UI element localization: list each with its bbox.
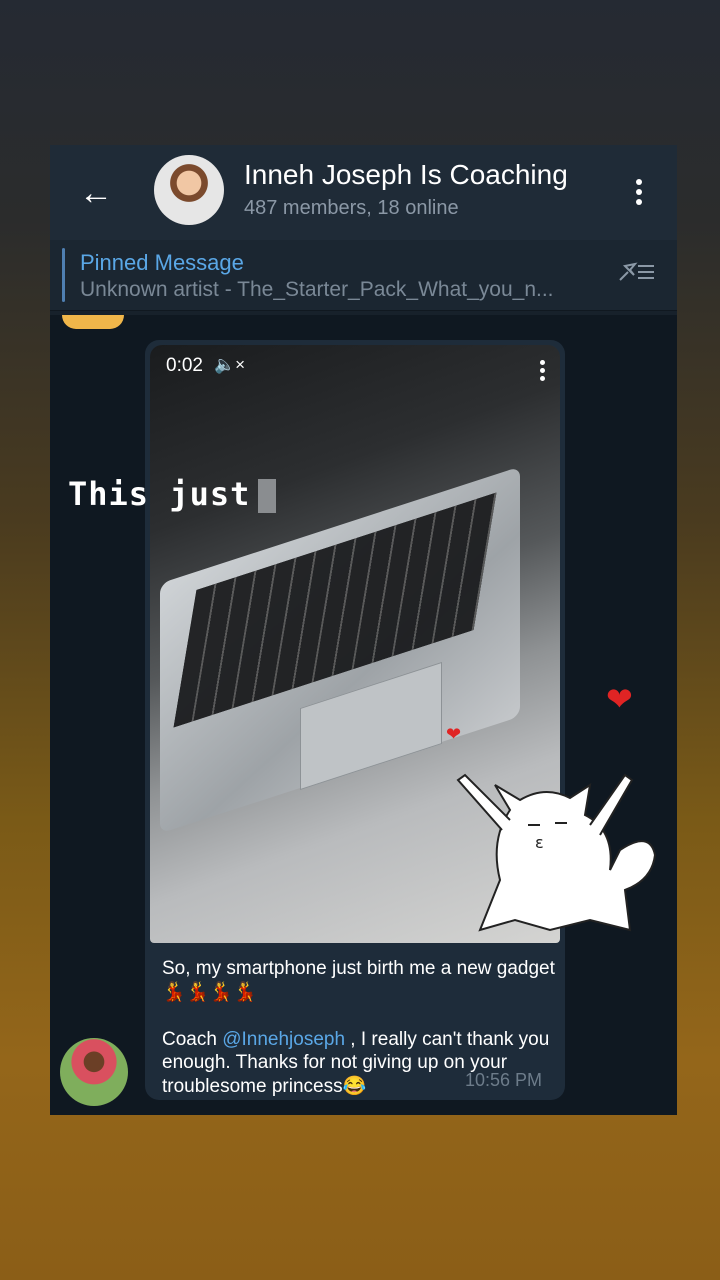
sender-avatar[interactable]: [60, 1038, 128, 1106]
message-bubble[interactable]: 0:02 🔈× So, my smartphone just birth me …: [145, 340, 565, 1100]
mention-link[interactable]: @Innehjoseph: [222, 1029, 345, 1050]
pinned-message-bar[interactable]: Pinned Message Unknown artist - The_Star…: [50, 240, 677, 311]
typing-cursor: [258, 479, 277, 513]
pinned-text: Unknown artist - The_Starter_Pack_What_y…: [80, 278, 554, 301]
svg-text:ε: ε: [535, 833, 544, 852]
pin-list-icon[interactable]: [616, 258, 656, 286]
chat-screen: ← Inneh Joseph Is Coaching 487 members, …: [50, 145, 677, 1115]
message-line-1: So, my smartphone just birth me a new ga…: [162, 958, 555, 1003]
video-menu-icon[interactable]: [536, 357, 548, 387]
overlay-caption: This just: [68, 475, 277, 513]
cat-sticker-icon: ε: [440, 730, 670, 940]
heart-icon: ❤: [606, 681, 633, 717]
pinned-indicator: [62, 248, 65, 302]
caption-text: This just: [68, 475, 251, 513]
previous-sender-avatar: [62, 315, 124, 329]
video-duration: 0:02: [166, 355, 203, 376]
chat-header: ← Inneh Joseph Is Coaching 487 members, …: [50, 145, 677, 240]
more-vertical-icon[interactable]: [628, 175, 650, 215]
message-time: 10:56 PM: [465, 1070, 543, 1090]
message-coach-prefix: Coach: [162, 1028, 223, 1050]
group-subtitle: 487 members, 18 online: [244, 197, 459, 219]
mute-icon[interactable]: 🔈×: [214, 355, 245, 375]
back-arrow-icon[interactable]: ←: [76, 173, 116, 213]
group-title[interactable]: Inneh Joseph Is Coaching: [244, 159, 568, 191]
group-avatar[interactable]: [154, 155, 224, 225]
pinned-title: Pinned Message: [80, 250, 244, 275]
